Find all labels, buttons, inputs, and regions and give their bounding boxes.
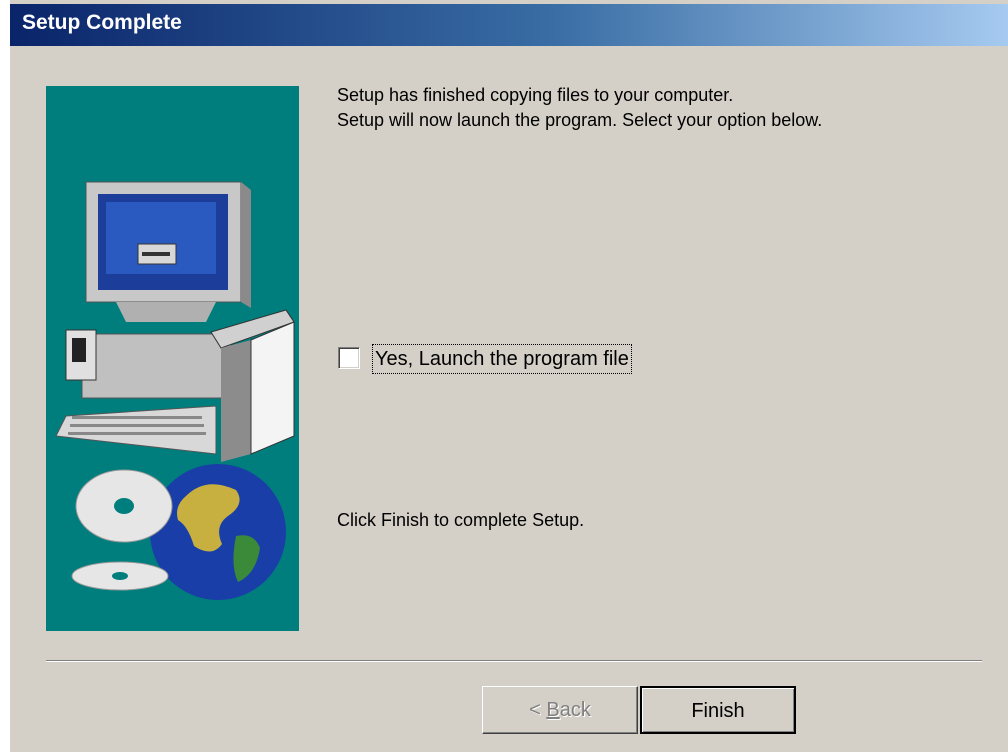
monitor-icon <box>85 181 251 322</box>
globe-icon <box>150 464 286 600</box>
launch-program-checkbox[interactable] <box>338 347 360 369</box>
intro-text-line-2: Setup will now launch the program. Selec… <box>337 110 823 130</box>
title-bar[interactable]: Setup Complete <box>10 4 1008 46</box>
window-title: Setup Complete <box>22 11 182 34</box>
computer-tower-icon <box>55 329 232 455</box>
back-button[interactable]: < Back <box>482 686 638 734</box>
intro-text-line-1: Setup has finished copying files to your… <box>337 85 734 105</box>
separator-line <box>46 660 982 662</box>
back-button-prefix: < <box>529 699 547 721</box>
finish-instruction-text: Click Finish to complete Setup. <box>337 510 585 530</box>
back-button-accelerator: B <box>546 699 560 721</box>
launch-program-label[interactable]: Yes, Launch the program file <box>372 344 632 374</box>
software-box-icon <box>210 309 295 462</box>
setup-dialog: Setup Complete Setup has finished copyin… <box>0 0 1008 752</box>
window-frame <box>0 0 10 752</box>
cd-disc-icon <box>71 469 173 591</box>
back-button-label-rest: ack <box>559 699 591 721</box>
setup-illustration <box>46 86 299 631</box>
finish-button[interactable]: Finish <box>640 686 796 734</box>
